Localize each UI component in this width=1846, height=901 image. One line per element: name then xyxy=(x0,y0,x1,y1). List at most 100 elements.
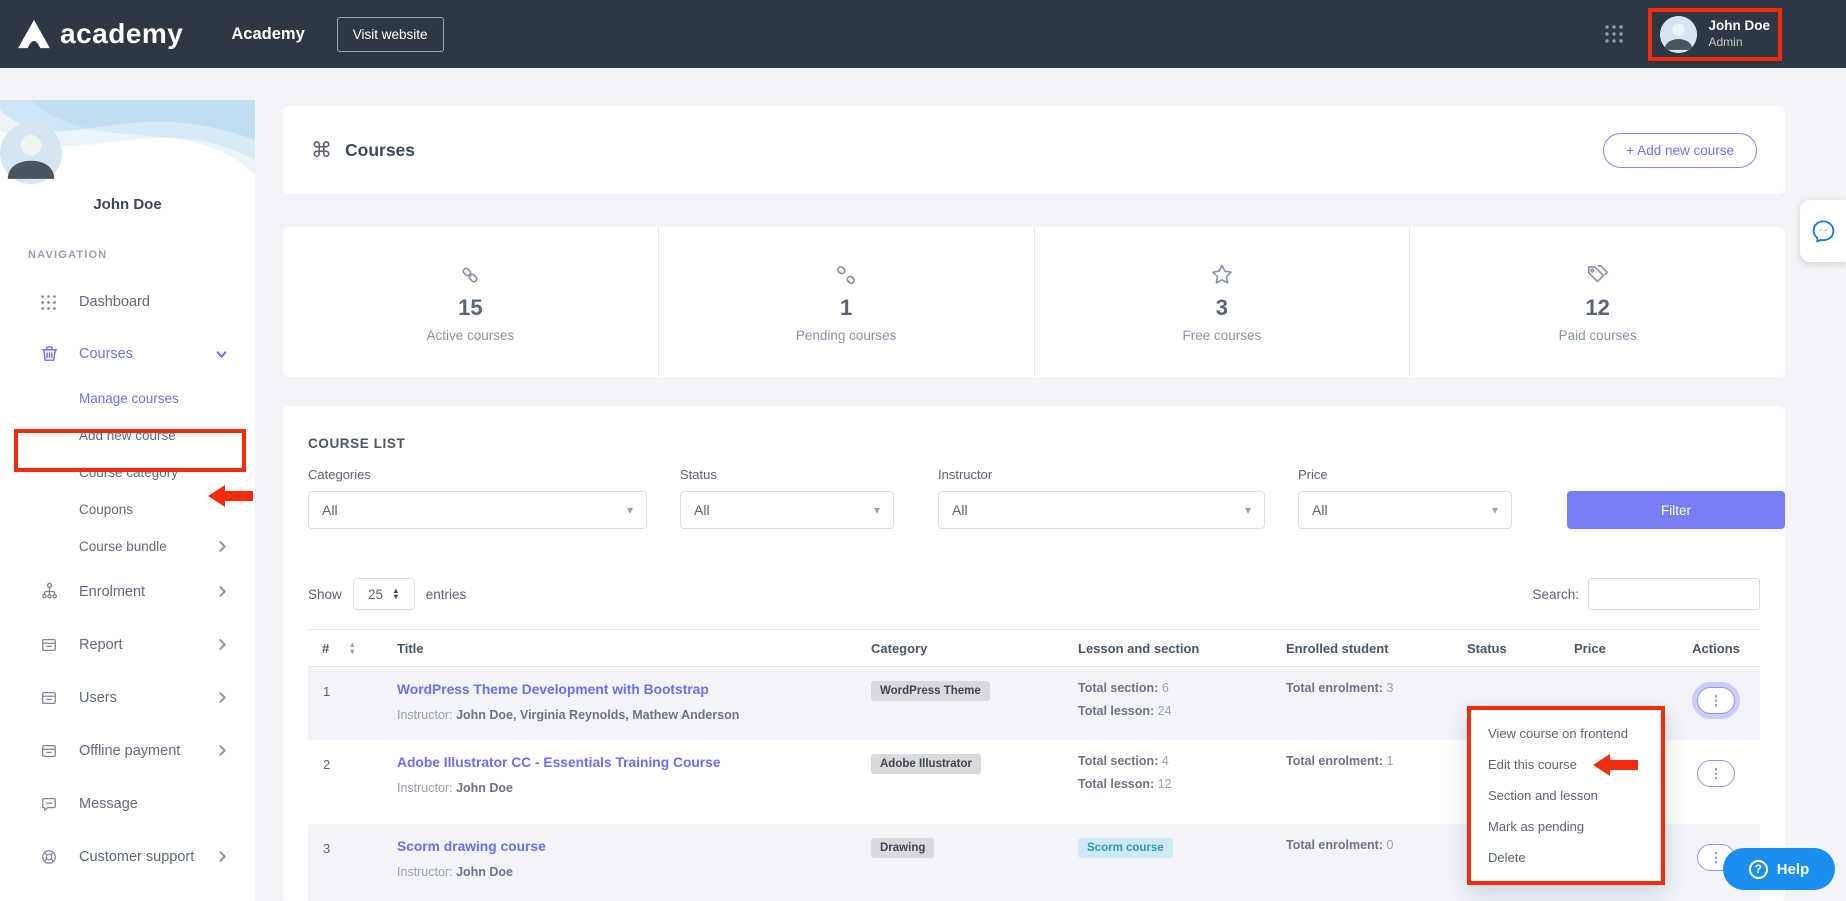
course-title-link[interactable]: Scorm drawing course xyxy=(397,839,546,854)
enrolled-cell: Total enrolment: 1 xyxy=(1286,754,1467,768)
sidebar-item-label: Offline payment xyxy=(79,743,180,759)
row-context-menu: View course on frontend Edit this course… xyxy=(1467,706,1665,885)
row-actions-button[interactable]: ⋮ xyxy=(1697,760,1735,787)
add-new-course-button[interactable]: + Add new course xyxy=(1603,133,1757,168)
submenu-item-label: Add new course xyxy=(79,428,176,443)
caret-down-icon: ▾ xyxy=(874,503,880,517)
sidebar-menu: Dashboard Courses Manage courses Add new… xyxy=(0,276,255,883)
filter-status: Status All ▾ xyxy=(680,467,894,529)
sidebar-item-coupons[interactable]: Coupons xyxy=(0,491,255,528)
search-label: Search: xyxy=(1532,587,1579,602)
menu-item-view-course[interactable]: View course on frontend xyxy=(1471,718,1661,749)
table-controls-row: Show 25 ▲▼ entries Search: xyxy=(308,577,1760,611)
chevron-right-icon xyxy=(218,851,227,862)
stat-pending-courses: 1 Pending courses xyxy=(659,227,1035,377)
sidebar-item-courses[interactable]: Courses xyxy=(0,328,255,380)
caret-down-icon: ▾ xyxy=(627,503,633,517)
stat-value: 12 xyxy=(1585,295,1609,321)
filter-button[interactable]: Filter xyxy=(1567,491,1785,529)
caret-down-icon: ▾ xyxy=(1492,503,1498,517)
col-header-price: Price xyxy=(1574,641,1672,656)
categories-select[interactable]: All ▾ xyxy=(308,491,647,529)
col-header-status: Status xyxy=(1467,641,1574,656)
instructor-line: Instructor: John Doe xyxy=(397,865,871,879)
col-header-title: Title xyxy=(397,641,871,656)
lesson-section-cell: Total section: 4 Total lesson: 12 xyxy=(1078,754,1286,791)
chevron-right-icon xyxy=(218,745,227,756)
filters-row: Categories All ▾ Status All ▾ Instructor… xyxy=(308,467,1760,553)
course-title-link[interactable]: WordPress Theme Development with Bootstr… xyxy=(397,682,709,697)
archive-box-icon xyxy=(40,742,60,760)
menu-item-mark-pending[interactable]: Mark as pending xyxy=(1471,811,1661,842)
sidebar-item-label: Customer support xyxy=(79,849,194,865)
sidebar-item-label: Enrolment xyxy=(79,584,145,600)
sidebar-item-course-category[interactable]: Course category xyxy=(0,454,255,491)
topbar-right: John Doe Admin xyxy=(1604,8,1782,61)
brand-logo: academy xyxy=(16,18,183,50)
instructor-select[interactable]: All ▾ xyxy=(938,491,1265,529)
user-avatar xyxy=(1660,16,1697,53)
submenu-item-label: Coupons xyxy=(79,502,133,517)
nav-heading: NAVIGATION xyxy=(28,249,255,261)
sidebar-item-message[interactable]: Message xyxy=(0,777,255,830)
row-actions-button[interactable]: ⋮ xyxy=(1697,687,1735,714)
command-icon: ⌘ xyxy=(311,138,332,163)
star-icon xyxy=(1209,262,1235,288)
sidebar-item-label: Users xyxy=(79,690,117,706)
stepper-icon: ▲▼ xyxy=(392,588,399,601)
sidebar-item-offline-payment[interactable]: Offline payment xyxy=(0,724,255,777)
page-title: ⌘ Courses xyxy=(311,138,415,163)
life-ring-icon xyxy=(40,848,60,866)
category-badge: Adobe Illustrator xyxy=(871,754,981,774)
stat-label: Free courses xyxy=(1182,328,1261,343)
site-name: Academy xyxy=(231,25,304,44)
logo-wordmark: academy xyxy=(60,18,183,50)
sidebar-item-label: Courses xyxy=(79,346,133,362)
user-menu[interactable]: John Doe Admin xyxy=(1648,8,1782,61)
row-number: 3 xyxy=(308,838,397,856)
category-badge: Drawing xyxy=(871,838,934,858)
visit-website-button[interactable]: Visit website xyxy=(337,17,444,52)
price-select[interactable]: All ▾ xyxy=(1298,491,1512,529)
sidebar-profile-name: John Doe xyxy=(0,196,255,213)
enrolled-cell: Total enrolment: 3 xyxy=(1286,681,1467,695)
row-number: 2 xyxy=(308,754,397,772)
sidebar-item-manage-courses[interactable]: Manage courses xyxy=(0,380,255,417)
message-icon xyxy=(40,795,60,813)
course-list-heading: COURSE LIST xyxy=(308,436,1760,451)
sidebar-item-customer-support[interactable]: Customer support xyxy=(0,830,255,883)
dashboard-icon xyxy=(40,294,60,311)
page-size-select[interactable]: 25 ▲▼ xyxy=(353,578,415,610)
sidebar-item-label: Dashboard xyxy=(79,294,150,310)
sidebar-item-report[interactable]: Report xyxy=(0,618,255,671)
help-button[interactable]: ? Help xyxy=(1723,848,1835,890)
status-select[interactable]: All ▾ xyxy=(680,491,894,529)
sidebar-item-users[interactable]: Users xyxy=(0,671,255,724)
stat-paid-courses: 12 Paid courses xyxy=(1410,227,1785,377)
sidebar-item-add-new-course[interactable]: Add new course xyxy=(0,417,255,454)
sidebar-item-label: Message xyxy=(79,796,138,812)
sidebar-item-label: Report xyxy=(79,637,123,653)
lesson-section-cell: Total section: 6 Total lesson: 24 xyxy=(1078,681,1286,718)
page-header-card: ⌘ Courses + Add new course xyxy=(283,106,1785,194)
sort-icon[interactable]: ▴▾ xyxy=(350,641,354,655)
stat-value: 1 xyxy=(840,295,852,321)
menu-item-section-lesson[interactable]: Section and lesson xyxy=(1471,780,1661,811)
sitemap-icon xyxy=(40,582,60,601)
search-input[interactable] xyxy=(1588,578,1760,610)
sidebar-item-enrolment[interactable]: Enrolment xyxy=(0,565,255,618)
menu-item-delete[interactable]: Delete xyxy=(1471,842,1661,873)
apps-grid-icon[interactable] xyxy=(1604,24,1624,44)
user-role: Admin xyxy=(1708,35,1770,50)
col-header-enrolled: Enrolled student xyxy=(1286,641,1467,656)
menu-item-edit-course[interactable]: Edit this course xyxy=(1471,749,1661,780)
sidebar-item-course-bundle[interactable]: Course bundle xyxy=(0,528,255,565)
sidebar-item-dashboard[interactable]: Dashboard xyxy=(0,276,255,328)
chevron-down-icon xyxy=(216,349,227,360)
filter-label: Categories xyxy=(308,467,647,482)
course-title-link[interactable]: Adobe Illustrator CC - Essentials Traini… xyxy=(397,755,721,770)
messenger-tab[interactable] xyxy=(1800,200,1846,262)
broken-link-icon xyxy=(833,262,859,288)
chevron-right-icon xyxy=(218,692,227,703)
filter-price: Price All ▾ xyxy=(1298,467,1512,529)
